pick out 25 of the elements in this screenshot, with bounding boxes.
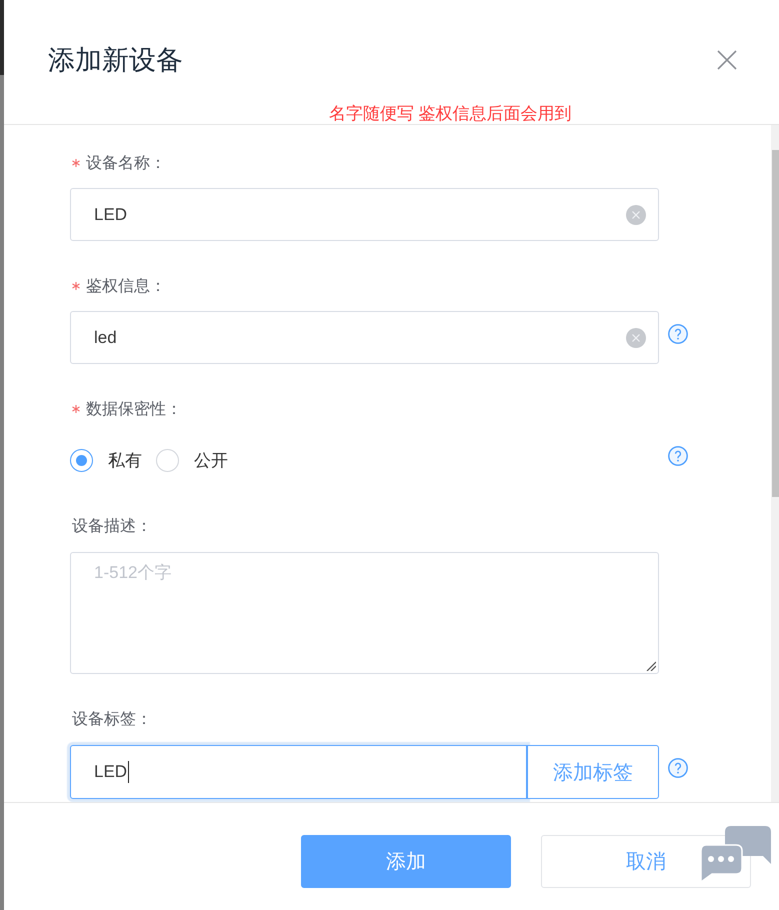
help-icon[interactable] — [668, 758, 688, 778]
help-icon[interactable] — [668, 324, 688, 344]
resize-handle-icon[interactable] — [646, 661, 656, 671]
field-label: 设备描述： — [72, 517, 152, 537]
scrollbar-thumb[interactable] — [772, 150, 778, 497]
tag-input-field[interactable]: LED — [70, 745, 527, 799]
text-cursor — [128, 761, 130, 783]
clear-icon[interactable] — [626, 328, 646, 348]
scrollbar-track[interactable] — [771, 125, 779, 802]
field-label: 设备名称： — [86, 154, 166, 174]
text-field[interactable]: LED — [70, 188, 659, 241]
radio-label[interactable]: 私有 — [108, 448, 142, 472]
annotation-text: 名字随便写 鉴权信息后面会用到 — [329, 104, 572, 124]
clear-icon[interactable] — [626, 204, 646, 224]
dialog-title: 添加新设备 — [48, 44, 183, 77]
text-field[interactable]: led — [70, 311, 659, 364]
radio-label[interactable]: 公开 — [194, 448, 228, 472]
radio-button[interactable] — [70, 448, 93, 472]
chat-bubbles-icon[interactable] — [700, 826, 772, 882]
radio-button[interactable] — [156, 448, 179, 472]
field-label: 鉴权信息： — [86, 277, 166, 297]
help-icon[interactable] — [668, 446, 688, 466]
field-label: 设备标签： — [72, 710, 152, 730]
field-label: 数据保密性： — [86, 400, 182, 420]
close-icon[interactable] — [717, 50, 737, 70]
